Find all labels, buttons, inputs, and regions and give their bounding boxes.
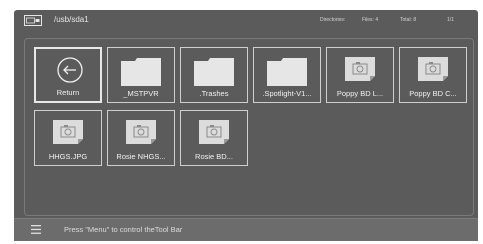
item-folder-mstpvr[interactable]: _MSTPVR xyxy=(107,47,175,103)
item-photo-rosie-bd[interactable]: Rosie BD... xyxy=(180,110,248,166)
photo-file-icon xyxy=(345,57,375,81)
return-arrow-icon xyxy=(57,57,83,83)
tool-bar-hint: Press "Menu" to control theTool Bar xyxy=(64,225,183,234)
photo-file-icon xyxy=(418,57,448,81)
item-label: .Trashes xyxy=(199,89,229,98)
directories-count: Directories: xyxy=(320,17,346,23)
folder-icon xyxy=(267,58,307,86)
photo-file-icon xyxy=(199,120,229,144)
file-grid: Return _MSTPVR .Trashes .Spotlight-V1... xyxy=(24,38,474,216)
usb-drive-icon xyxy=(24,15,42,26)
media-browser-screen: /usb/sda1 Directories: Files: 4 Total: 8… xyxy=(0,0,483,244)
folder-icon xyxy=(121,58,161,86)
item-label: Return xyxy=(56,88,80,97)
item-photo-poppy-l[interactable]: Poppy BD L... xyxy=(326,47,394,103)
photo-file-icon xyxy=(126,120,156,144)
item-label: _MSTPVR xyxy=(123,89,159,98)
item-label: .Spotlight-V1... xyxy=(262,89,312,98)
item-photo-hhgs[interactable]: HHGS.JPG xyxy=(34,110,102,166)
tool-bar-hint-bar: Press "Menu" to control theTool Bar xyxy=(14,218,478,241)
item-photo-rosie-nhgs[interactable]: Rosie NHGS... xyxy=(107,110,175,166)
item-label: HHGS.JPG xyxy=(48,152,88,161)
current-path: /usb/sda1 xyxy=(54,15,89,24)
file-browser-panel: /usb/sda1 Directories: Files: 4 Total: 8… xyxy=(14,10,478,241)
menu-icon[interactable] xyxy=(31,225,41,234)
item-return[interactable]: Return xyxy=(34,47,102,103)
page-indicator: 1/1 xyxy=(447,17,454,23)
item-label: Rosie NHGS... xyxy=(116,152,166,161)
item-label: Rosie BD... xyxy=(195,152,233,161)
item-folder-spotlight[interactable]: .Spotlight-V1... xyxy=(253,47,321,103)
item-folder-trashes[interactable]: .Trashes xyxy=(180,47,248,103)
total-count: Total: 8 xyxy=(400,17,417,23)
header-bar: /usb/sda1 Directories: Files: 4 Total: 8… xyxy=(14,10,478,32)
item-photo-poppy-c[interactable]: Poppy BD C... xyxy=(399,47,467,103)
item-label: Poppy BD L... xyxy=(336,89,384,98)
files-count: Files: 4 xyxy=(362,17,379,23)
item-label: Poppy BD C... xyxy=(409,89,457,98)
photo-file-icon xyxy=(53,120,83,144)
folder-icon xyxy=(194,58,234,86)
